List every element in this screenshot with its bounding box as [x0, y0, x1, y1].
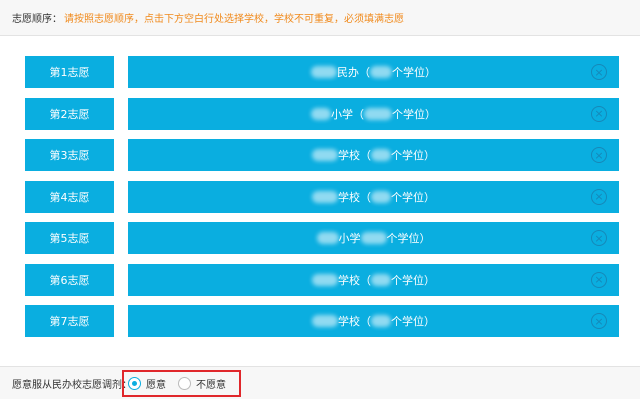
close-circle-icon[interactable]: × — [591, 105, 607, 122]
instruction-bar: 志愿顺序： 请按照志愿顺序，点击下方空白行处选择学校，学校不可重复，必须填满志愿 — [0, 0, 640, 36]
redacted-text — [371, 315, 391, 327]
redacted-text — [371, 149, 391, 161]
redacted-text — [370, 66, 392, 78]
choice-tag: 第5志愿 — [25, 222, 114, 254]
redacted-text — [312, 315, 338, 327]
choice-tag: 第3志愿 — [25, 139, 114, 171]
radio-agree[interactable] — [128, 377, 141, 390]
redacted-text — [371, 273, 391, 286]
school-seats-part: 个学位） — [392, 66, 436, 79]
redacted-text — [364, 107, 392, 120]
school-name-part: 民办（ — [337, 66, 370, 79]
close-circle-icon[interactable]: × — [591, 64, 607, 80]
order-label: 志愿顺序： — [12, 14, 62, 25]
school-name-part: 学校（ — [338, 190, 371, 204]
close-circle-icon[interactable]: × — [591, 147, 607, 163]
school-select[interactable]: 学校（ 个学位） × — [128, 180, 619, 213]
redacted-text — [316, 232, 339, 244]
choice-list: 第1志愿 民办（ 个学位） × 第2志愿 小学（ 个学位） × 第3志愿 学校（… — [25, 56, 619, 347]
redacted-text — [360, 232, 387, 244]
school-seats-part: 个学位） — [386, 232, 431, 245]
school-select[interactable]: 学校（ 个学位） × — [128, 263, 619, 296]
close-circle-icon[interactable]: × — [591, 271, 607, 288]
choice-tag: 第2志愿 — [25, 97, 114, 130]
close-circle-icon[interactable]: × — [591, 188, 607, 205]
school-seats-part: 个学位） — [391, 149, 435, 162]
consent-radio-group: 愿意 不愿意 — [122, 370, 241, 397]
school-select[interactable]: 小学（ 个学位） × — [128, 97, 619, 130]
adjust-question: 愿意服从民办校志愿调剂： — [12, 379, 132, 391]
school-name-part: 学校（ — [338, 315, 371, 328]
choice-tag: 第7志愿 — [25, 305, 114, 337]
choice-tag: 第1志愿 — [25, 56, 114, 88]
adjust-consent-bar: 愿意服从民办校志愿调剂： 愿意 不愿意 — [0, 366, 640, 399]
school-select[interactable]: 民办（ 个学位） × — [128, 56, 619, 88]
school-select[interactable]: 学校（ 个学位） × — [128, 305, 619, 337]
school-seats-part: 个学位） — [392, 107, 436, 121]
choice-row: 第5志愿 小学 个学位） × — [25, 222, 619, 254]
close-circle-icon[interactable]: × — [591, 313, 607, 329]
school-seats-part: 个学位） — [391, 315, 435, 328]
choice-tag: 第6志愿 — [25, 263, 114, 296]
school-select[interactable]: 学校（ 个学位） × — [128, 139, 619, 171]
radio-disagree-label[interactable]: 不愿意 — [196, 376, 226, 391]
choice-row: 第3志愿 学校（ 个学位） × — [25, 139, 619, 171]
redacted-text — [371, 190, 391, 203]
radio-disagree[interactable] — [178, 377, 191, 390]
choice-row: 第2志愿 小学（ 个学位） × — [25, 97, 619, 130]
radio-agree-label[interactable]: 愿意 — [146, 376, 166, 391]
close-circle-icon[interactable]: × — [591, 230, 607, 246]
school-select[interactable]: 小学 个学位） × — [128, 222, 619, 254]
redacted-text — [311, 107, 331, 120]
choice-row: 第4志愿 学校（ 个学位） × — [25, 180, 619, 213]
school-name-part: 学校（ — [338, 149, 371, 162]
choice-row: 第1志愿 民办（ 个学位） × — [25, 56, 619, 88]
school-seats-part: 个学位） — [391, 273, 435, 287]
redacted-text — [312, 273, 338, 286]
choice-row: 第7志愿 学校（ 个学位） × — [25, 305, 619, 337]
redacted-text — [312, 149, 338, 161]
school-seats-part: 个学位） — [391, 190, 435, 204]
redacted-text — [311, 66, 337, 78]
school-name-part: 小学 — [338, 232, 361, 245]
choice-tag: 第4志愿 — [25, 180, 114, 213]
school-name-part: 学校（ — [338, 273, 371, 287]
redacted-text — [312, 190, 338, 203]
order-hint: 请按照志愿顺序，点击下方空白行处选择学校，学校不可重复，必须填满志愿 — [64, 14, 404, 25]
school-name-part: 小学（ — [331, 107, 364, 121]
choice-row: 第6志愿 学校（ 个学位） × — [25, 263, 619, 296]
